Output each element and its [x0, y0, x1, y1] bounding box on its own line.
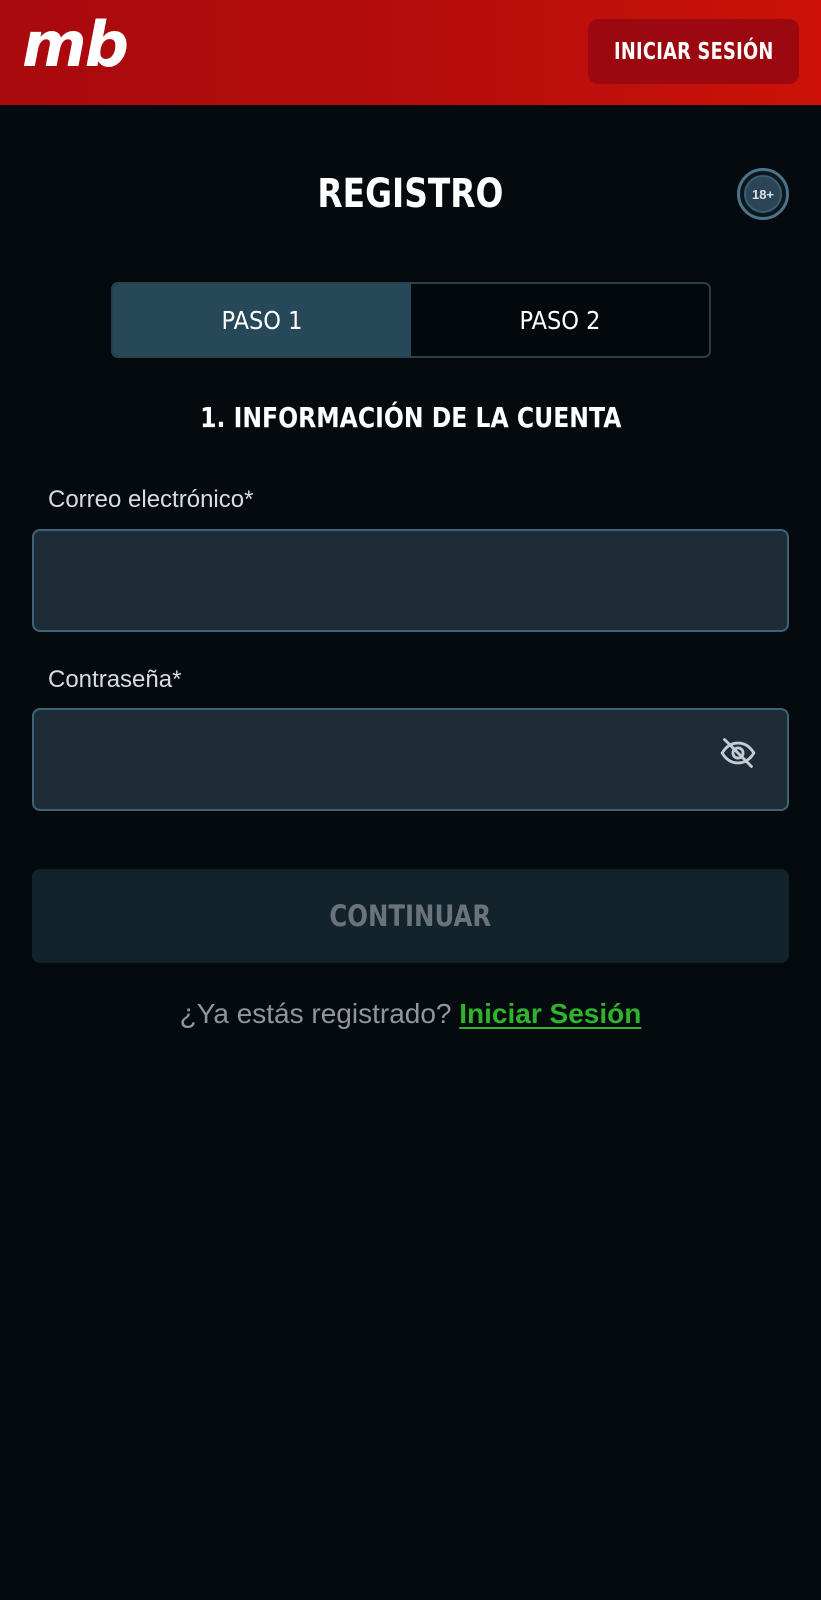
tab-step-1[interactable]: PASO 1 — [113, 284, 411, 356]
email-label: Correo electrónico* — [48, 486, 254, 513]
eye-off-icon[interactable] — [719, 734, 757, 772]
header-login-button[interactable]: INICIAR SESIÓN — [588, 19, 799, 84]
brand-logo[interactable]: mb — [22, 14, 129, 76]
tab-step-2[interactable]: PASO 2 — [411, 284, 709, 356]
continue-button[interactable]: CONTINUAR — [32, 869, 789, 963]
login-link[interactable]: Iniciar Sesión — [459, 998, 641, 1029]
page-title: REGISTRO — [317, 171, 504, 217]
header-login-label: INICIAR SESIÓN — [613, 38, 774, 65]
email-field[interactable] — [32, 529, 789, 632]
step-tabs: PASO 1 PASO 2 — [111, 282, 711, 358]
top-bar: mb INICIAR SESIÓN — [0, 0, 821, 105]
registration-page: mb INICIAR SESIÓN REGISTRO 18+ PASO 1 PA… — [0, 0, 821, 1600]
password-label: Contraseña* — [48, 666, 182, 693]
password-field[interactable] — [32, 708, 789, 811]
age-restriction-icon: 18+ — [737, 168, 789, 220]
login-prompt: ¿Ya estás registrado? Iniciar Sesión — [0, 994, 821, 1034]
login-question: ¿Ya estás registrado? — [179, 998, 452, 1029]
section-title: 1. INFORMACIÓN DE LA CUENTA — [199, 401, 622, 434]
age-badge-label: 18+ — [744, 175, 782, 213]
